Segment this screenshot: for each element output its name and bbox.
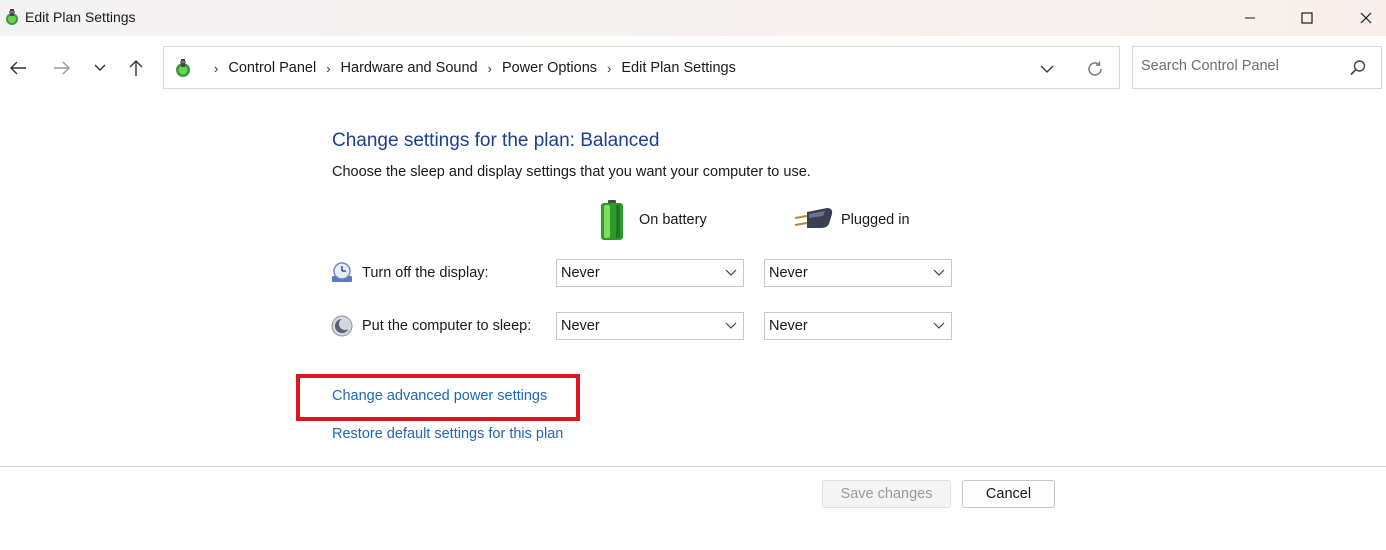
chevron-down-icon [725, 269, 737, 276]
column-header-plugged-in: Plugged in [841, 212, 910, 228]
minimize-button[interactable] [1227, 0, 1273, 36]
chevron-down-icon [933, 322, 945, 329]
page-description: Choose the sleep and display settings th… [332, 164, 811, 180]
breadcrumb-separator-icon[interactable]: › [488, 61, 492, 76]
maximize-icon [1301, 12, 1313, 24]
cancel-button[interactable]: Cancel [962, 480, 1055, 508]
breadcrumb-control-panel[interactable]: Control Panel [228, 60, 316, 76]
forward-button[interactable] [48, 54, 76, 82]
title-bar: Edit Plan Settings [0, 0, 1386, 36]
chevron-down-icon [1040, 65, 1054, 73]
navigation-bar: › Control Panel › Hardware and Sound › P… [0, 36, 1386, 96]
search-input[interactable] [1141, 58, 1341, 74]
breadcrumb: › Control Panel › Hardware and Sound › P… [204, 60, 736, 76]
sleep-plugged-value: Never [769, 318, 808, 334]
arrow-left-icon [10, 61, 26, 75]
breadcrumb-separator-icon: › [214, 60, 219, 76]
display-plugged-select[interactable]: Never [764, 259, 952, 287]
chevron-down-icon [94, 64, 106, 71]
display-plugged-value: Never [769, 265, 808, 281]
restore-default-settings-link[interactable]: Restore default settings for this plan [332, 426, 563, 442]
chevron-down-icon [725, 322, 737, 329]
sleep-label: Put the computer to sleep: [362, 318, 532, 334]
refresh-button[interactable] [1083, 57, 1107, 81]
close-button[interactable] [1343, 0, 1386, 36]
address-bar[interactable]: › Control Panel › Hardware and Sound › P… [163, 46, 1120, 89]
breadcrumb-power-options[interactable]: Power Options [502, 60, 597, 76]
arrow-up-icon [129, 60, 143, 76]
sleep-battery-value: Never [561, 318, 600, 334]
chevron-down-icon [933, 269, 945, 276]
recent-locations-button[interactable] [86, 54, 114, 82]
power-options-icon [176, 59, 190, 77]
breadcrumb-separator-icon[interactable]: › [326, 61, 330, 76]
power-plug-icon [794, 208, 833, 228]
maximize-button[interactable] [1284, 0, 1330, 36]
address-history-button[interactable] [1035, 57, 1059, 81]
sleep-battery-select[interactable]: Never [556, 312, 744, 340]
breadcrumb-edit-plan-settings[interactable]: Edit Plan Settings [621, 60, 735, 76]
sleep-plugged-select[interactable]: Never [764, 312, 952, 340]
breadcrumb-hardware-and-sound[interactable]: Hardware and Sound [341, 60, 478, 76]
change-advanced-power-settings-link[interactable]: Change advanced power settings [332, 388, 547, 404]
footer-divider [0, 466, 1386, 467]
sleep-moon-icon [331, 315, 353, 337]
power-options-icon [6, 9, 18, 25]
minimize-icon [1245, 17, 1255, 19]
display-timer-icon [332, 262, 352, 282]
search-box[interactable] [1132, 46, 1382, 89]
display-battery-value: Never [561, 265, 600, 281]
save-changes-button[interactable]: Save changes [822, 480, 951, 508]
turn-off-display-label: Turn off the display: [362, 265, 489, 281]
back-button[interactable] [4, 54, 32, 82]
page-title: Change settings for the plan: Balanced [332, 130, 660, 151]
display-battery-select[interactable]: Never [556, 259, 744, 287]
column-header-on-battery: On battery [639, 212, 707, 228]
window-title: Edit Plan Settings [25, 9, 136, 25]
battery-icon [601, 200, 623, 240]
breadcrumb-separator-icon[interactable]: › [607, 61, 611, 76]
up-button[interactable] [122, 54, 150, 82]
refresh-icon [1088, 61, 1102, 76]
arrow-right-icon [54, 61, 70, 75]
search-icon[interactable] [1349, 59, 1367, 77]
close-icon [1360, 12, 1372, 24]
